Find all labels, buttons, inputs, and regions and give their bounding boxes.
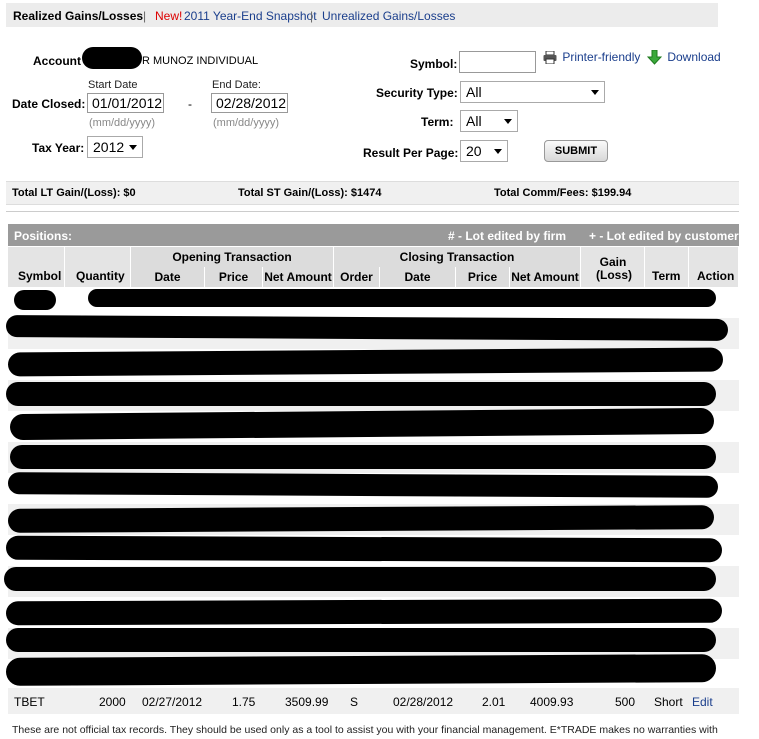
download-label[interactable]: Download — [667, 50, 720, 64]
col-group-opening-transaction: Opening Transaction — [131, 247, 334, 267]
security-type-label: Security Type: — [376, 86, 458, 100]
security-type-select[interactable]: All — [460, 81, 605, 103]
term-label: Term: — [421, 115, 454, 129]
cell-symbol: TBET — [14, 695, 45, 709]
chevron-down-icon — [504, 119, 512, 124]
start-date-input[interactable]: 01/01/2012 — [87, 93, 164, 113]
divider — [6, 211, 739, 212]
cell-order: S — [350, 695, 359, 709]
col-header-open-net-amount[interactable]: Net Amount — [263, 267, 334, 287]
redaction-mark — [14, 290, 56, 310]
cell-quantity: 2000 — [99, 695, 126, 709]
redacted-account-number — [82, 47, 142, 69]
cell-term: Short — [654, 695, 683, 709]
symbol-input[interactable] — [459, 51, 536, 73]
col-header-gain-loss[interactable]: Gain (Loss) — [596, 256, 632, 282]
col-header-action: Action — [697, 269, 735, 283]
submit-button[interactable]: SUBMIT — [544, 140, 608, 162]
redaction-mark — [5, 535, 723, 563]
col-header-quantity[interactable]: Quantity — [76, 269, 125, 283]
redaction-mark — [10, 445, 716, 469]
disclaimer-text: These are not official tax records. They… — [12, 724, 718, 736]
positions-header: Positions: # - Lot edited by firm + - Lo… — [8, 224, 739, 246]
chevron-down-icon — [494, 149, 502, 154]
security-type-value: All — [466, 84, 482, 100]
col-header-order[interactable]: Order — [334, 267, 380, 287]
date-closed-label: Date Closed: — [12, 97, 86, 111]
total-st-gain: Total ST Gain/(Loss): $1474 — [238, 187, 382, 199]
tab-unrealized-gains[interactable]: Unrealized Gains/Losses — [322, 9, 455, 23]
redaction-mark — [5, 654, 717, 686]
col-header-close-date[interactable]: Date — [380, 267, 456, 287]
start-date-label: Start Date — [88, 79, 138, 91]
redaction-mark — [6, 628, 716, 652]
col-header-open-date[interactable]: Date — [131, 267, 205, 287]
total-comm-fees: Total Comm/Fees: $199.94 — [494, 187, 632, 199]
symbol-label: Symbol: — [410, 57, 458, 71]
start-date-format-hint: (mm/dd/yyyy) — [89, 117, 155, 129]
chevron-down-icon — [129, 145, 137, 150]
chevron-down-icon — [591, 90, 599, 95]
totals-bar: Total LT Gain/(Loss): $0 Total ST Gain/(… — [6, 181, 739, 205]
redaction-mark — [88, 289, 716, 307]
redaction-mark — [5, 315, 729, 341]
result-per-page-value: 20 — [466, 143, 482, 159]
cell-open-date: 02/27/2012 — [142, 695, 203, 709]
printer-icon — [543, 50, 557, 65]
tax-year-label: Tax Year: — [32, 141, 85, 155]
lot-edited-by-customer-note: + - Lot edited by customer — [589, 229, 739, 243]
tab-realized-gains[interactable]: Realized Gains/Losses — [13, 9, 143, 23]
lot-edited-by-firm-note: # - Lot edited by firm — [448, 229, 567, 243]
col-header-term[interactable]: Term — [652, 269, 680, 283]
tab-separator: | — [310, 9, 314, 23]
tax-year-select[interactable]: 2012 — [87, 136, 143, 158]
date-range-dash: - — [188, 97, 192, 111]
account-label: Account — [33, 54, 81, 68]
cell-open-price: 1.75 — [232, 695, 256, 709]
col-header-close-price[interactable]: Price — [456, 267, 510, 287]
redaction-mark — [7, 347, 724, 377]
end-date-format-hint: (mm/dd/yyyy) — [213, 117, 279, 129]
col-header-symbol[interactable]: Symbol — [18, 269, 61, 283]
cell-close-date: 02/28/2012 — [393, 695, 454, 709]
tab-separator: | — [143, 9, 147, 23]
end-date-input[interactable]: 02/28/2012 — [211, 93, 288, 113]
result-per-page-select[interactable]: 20 — [460, 140, 508, 162]
col-header-open-price[interactable]: Price — [205, 267, 263, 287]
term-select[interactable]: All — [460, 110, 518, 132]
result-per-page-label: Result Per Page: — [363, 146, 459, 160]
tab-year-end-snapshot[interactable]: 2011 Year-End Snapshot — [184, 9, 317, 23]
redaction-mark — [4, 567, 716, 591]
printer-friendly-label[interactable]: Printer-friendly — [562, 50, 640, 64]
tax-year-value: 2012 — [93, 139, 125, 155]
col-header-close-net-amount[interactable]: Net Amount — [510, 267, 581, 287]
edit-link[interactable]: Edit — [692, 695, 713, 709]
col-group-closing-transaction: Closing Transaction — [334, 247, 581, 267]
table-row-tbet: TBET 2000 02/27/2012 1.75 3509.99 S 02/2… — [8, 688, 739, 714]
download-arrow-icon — [646, 49, 663, 66]
cell-gain-loss: 500 — [615, 695, 636, 709]
total-lt-gain: Total LT Gain/(Loss): $0 — [12, 187, 136, 199]
account-name: R MUNOZ INDIVIDUAL — [142, 55, 259, 67]
positions-title: Positions: — [14, 229, 73, 243]
redaction-mark — [7, 472, 719, 498]
cell-close-net-amount: 4009.93 — [530, 695, 574, 709]
redaction-mark — [6, 382, 716, 406]
printer-friendly-link[interactable]: Printer-friendly — [543, 50, 640, 65]
new-badge: New! — [155, 9, 183, 23]
download-link[interactable]: Download — [646, 49, 721, 66]
report-tabs-bar: Realized Gains/Losses | New! 2011 Year-E… — [6, 3, 718, 27]
redaction-mark — [7, 505, 715, 533]
cell-open-net-amount: 3509.99 — [285, 695, 329, 709]
end-date-label: End Date: — [212, 79, 261, 91]
redaction-mark — [5, 598, 723, 626]
term-value: All — [466, 113, 482, 129]
cell-close-price: 2.01 — [482, 695, 506, 709]
